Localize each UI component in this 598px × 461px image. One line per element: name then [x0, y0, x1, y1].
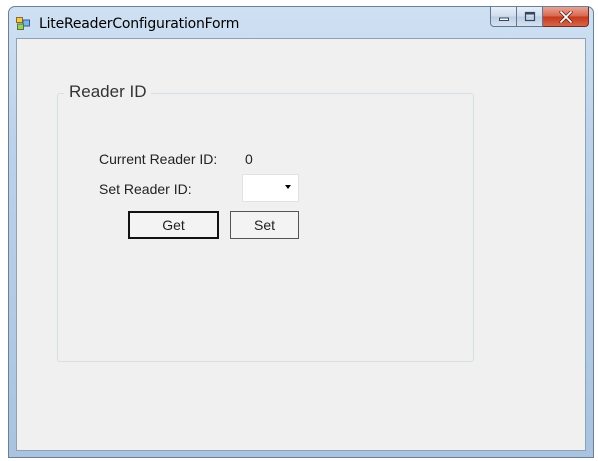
application-window: LiteReaderConfigurationForm Reader ID Cu…	[8, 6, 594, 458]
maximize-button[interactable]	[517, 7, 543, 27]
minimize-icon	[498, 17, 509, 21]
close-icon	[558, 10, 573, 23]
current-reader-id-label: Current Reader ID:	[99, 151, 218, 167]
window-controls	[490, 7, 589, 27]
reader-id-groupbox: Reader ID Current Reader ID: 0 Set Reade…	[57, 82, 474, 362]
close-button[interactable]	[543, 7, 589, 27]
set-reader-id-label: Set Reader ID:	[99, 181, 192, 197]
form-client-area: Reader ID Current Reader ID: 0 Set Reade…	[16, 38, 586, 451]
window-title: LiteReaderConfigurationForm	[39, 16, 240, 32]
dropdown-arrow-icon[interactable]	[285, 185, 291, 189]
set-button[interactable]: Set	[230, 211, 299, 239]
groupbox-title: Reader ID	[64, 82, 152, 102]
get-button[interactable]: Get	[128, 211, 219, 239]
current-reader-id-value: 0	[245, 151, 253, 167]
maximize-icon	[524, 11, 535, 22]
title-bar[interactable]: LiteReaderConfigurationForm	[9, 7, 593, 39]
minimize-button[interactable]	[490, 7, 517, 27]
reader-id-combobox[interactable]	[242, 174, 299, 202]
app-icon[interactable]	[16, 17, 30, 30]
